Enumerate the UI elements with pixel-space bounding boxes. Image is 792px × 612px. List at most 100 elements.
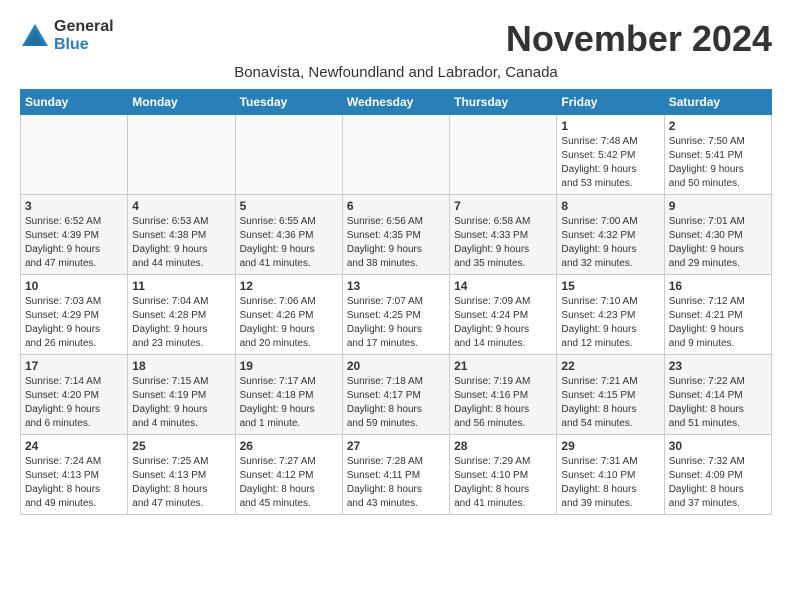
day-info: Sunrise: 7:25 AM Sunset: 4:13 PM Dayligh… — [132, 455, 230, 511]
calendar-cell: 17 Sunrise: 7:14 AM Sunset: 4:20 PM Dayli… — [21, 355, 128, 435]
calendar-cell: 11 Sunrise: 7:04 AM Sunset: 4:28 PM Dayli… — [128, 275, 235, 355]
logo-blue: Blue — [54, 36, 89, 53]
day-number: 21 — [454, 359, 552, 373]
day-header-sunday: Sunday — [21, 90, 128, 115]
day-number: 23 — [669, 359, 767, 373]
day-info: Sunrise: 7:12 AM Sunset: 4:21 PM Dayligh… — [669, 295, 767, 351]
logo: General Blue — [20, 18, 114, 54]
day-info: Sunrise: 7:22 AM Sunset: 4:14 PM Dayligh… — [669, 375, 767, 431]
calendar-cell: 9 Sunrise: 7:01 AM Sunset: 4:30 PM Daylig… — [664, 195, 771, 275]
day-number: 17 — [25, 359, 123, 373]
day-info: Sunrise: 7:01 AM Sunset: 4:30 PM Dayligh… — [669, 215, 767, 271]
calendar-week-row: 17 Sunrise: 7:14 AM Sunset: 4:20 PM Dayli… — [21, 355, 772, 435]
calendar-header-row: SundayMondayTuesdayWednesdayThursdayFrid… — [21, 90, 772, 115]
calendar-cell: 14 Sunrise: 7:09 AM Sunset: 4:24 PM Dayli… — [450, 275, 557, 355]
calendar-cell: 25 Sunrise: 7:25 AM Sunset: 4:13 PM Dayli… — [128, 435, 235, 515]
day-number: 10 — [25, 279, 123, 293]
calendar-cell: 21 Sunrise: 7:19 AM Sunset: 4:16 PM Dayli… — [450, 355, 557, 435]
day-header-saturday: Saturday — [664, 90, 771, 115]
day-number: 26 — [240, 439, 338, 453]
day-info: Sunrise: 7:50 AM Sunset: 5:41 PM Dayligh… — [669, 135, 767, 191]
calendar-cell — [21, 115, 128, 195]
day-info: Sunrise: 6:52 AM Sunset: 4:39 PM Dayligh… — [25, 215, 123, 271]
calendar-week-row: 10 Sunrise: 7:03 AM Sunset: 4:29 PM Dayli… — [21, 275, 772, 355]
day-header-thursday: Thursday — [450, 90, 557, 115]
calendar-cell: 8Sunrise: 7:00 AM Sunset: 4:32 PM Daylig… — [557, 195, 664, 275]
day-number: 27 — [347, 439, 445, 453]
day-number: 7 — [454, 199, 552, 213]
day-info: Sunrise: 7:09 AM Sunset: 4:24 PM Dayligh… — [454, 295, 552, 351]
day-number: 6 — [347, 199, 445, 213]
day-info: Sunrise: 6:55 AM Sunset: 4:36 PM Dayligh… — [240, 215, 338, 271]
day-info: Sunrise: 7:07 AM Sunset: 4:25 PM Dayligh… — [347, 295, 445, 351]
page-container: General Blue November 2024 Bonavista, Ne… — [0, 0, 792, 525]
day-number: 11 — [132, 279, 230, 293]
day-number: 2 — [669, 119, 767, 133]
calendar-week-row: 3 Sunrise: 6:52 AM Sunset: 4:39 PM Daylig… — [21, 195, 772, 275]
calendar-cell: 29 Sunrise: 7:31 AM Sunset: 4:10 PM Dayli… — [557, 435, 664, 515]
day-number: 1 — [561, 119, 659, 133]
day-number: 12 — [240, 279, 338, 293]
calendar-cell: 7Sunrise: 6:58 AM Sunset: 4:33 PM Daylig… — [450, 195, 557, 275]
day-number: 29 — [561, 439, 659, 453]
day-info: Sunrise: 7:48 AM Sunset: 5:42 PM Dayligh… — [561, 135, 659, 191]
day-info: Sunrise: 7:14 AM Sunset: 4:20 PM Dayligh… — [25, 375, 123, 431]
calendar-cell — [128, 115, 235, 195]
day-info: Sunrise: 7:21 AM Sunset: 4:15 PM Dayligh… — [561, 375, 659, 431]
calendar-cell: 3 Sunrise: 6:52 AM Sunset: 4:39 PM Daylig… — [21, 195, 128, 275]
day-info: Sunrise: 7:31 AM Sunset: 4:10 PM Dayligh… — [561, 455, 659, 511]
day-number: 25 — [132, 439, 230, 453]
day-number: 19 — [240, 359, 338, 373]
day-number: 16 — [669, 279, 767, 293]
day-info: Sunrise: 7:27 AM Sunset: 4:12 PM Dayligh… — [240, 455, 338, 511]
calendar-cell — [450, 115, 557, 195]
calendar-table: SundayMondayTuesdayWednesdayThursdayFrid… — [20, 89, 772, 515]
day-info: Sunrise: 7:29 AM Sunset: 4:10 PM Dayligh… — [454, 455, 552, 511]
day-info: Sunrise: 7:03 AM Sunset: 4:29 PM Dayligh… — [25, 295, 123, 351]
calendar-cell: 15Sunrise: 7:10 AM Sunset: 4:23 PM Dayli… — [557, 275, 664, 355]
day-header-friday: Friday — [557, 90, 664, 115]
day-info: Sunrise: 7:24 AM Sunset: 4:13 PM Dayligh… — [25, 455, 123, 511]
day-header-wednesday: Wednesday — [342, 90, 449, 115]
calendar-cell: 4Sunrise: 6:53 AM Sunset: 4:38 PM Daylig… — [128, 195, 235, 275]
day-info: Sunrise: 7:00 AM Sunset: 4:32 PM Dayligh… — [561, 215, 659, 271]
calendar-cell: 27 Sunrise: 7:28 AM Sunset: 4:11 PM Dayli… — [342, 435, 449, 515]
day-number: 14 — [454, 279, 552, 293]
logo-icon — [20, 22, 50, 50]
calendar-cell — [235, 115, 342, 195]
day-info: Sunrise: 7:18 AM Sunset: 4:17 PM Dayligh… — [347, 375, 445, 431]
calendar-cell: 10 Sunrise: 7:03 AM Sunset: 4:29 PM Dayli… — [21, 275, 128, 355]
day-info: Sunrise: 7:17 AM Sunset: 4:18 PM Dayligh… — [240, 375, 338, 431]
day-info: Sunrise: 6:53 AM Sunset: 4:38 PM Dayligh… — [132, 215, 230, 271]
calendar-cell: 28 Sunrise: 7:29 AM Sunset: 4:10 PM Dayli… — [450, 435, 557, 515]
calendar-cell: 23 Sunrise: 7:22 AM Sunset: 4:14 PM Dayli… — [664, 355, 771, 435]
day-info: Sunrise: 7:32 AM Sunset: 4:09 PM Dayligh… — [669, 455, 767, 511]
day-header-tuesday: Tuesday — [235, 90, 342, 115]
calendar-cell: 6 Sunrise: 6:56 AM Sunset: 4:35 PM Daylig… — [342, 195, 449, 275]
calendar-cell: 16 Sunrise: 7:12 AM Sunset: 4:21 PM Dayli… — [664, 275, 771, 355]
day-number: 3 — [25, 199, 123, 213]
calendar-cell: 24 Sunrise: 7:24 AM Sunset: 4:13 PM Dayli… — [21, 435, 128, 515]
day-info: Sunrise: 6:56 AM Sunset: 4:35 PM Dayligh… — [347, 215, 445, 271]
calendar-cell: 13Sunrise: 7:07 AM Sunset: 4:25 PM Dayli… — [342, 275, 449, 355]
day-info: Sunrise: 7:19 AM Sunset: 4:16 PM Dayligh… — [454, 375, 552, 431]
calendar-cell: 5 Sunrise: 6:55 AM Sunset: 4:36 PM Daylig… — [235, 195, 342, 275]
day-number: 28 — [454, 439, 552, 453]
day-info: Sunrise: 7:06 AM Sunset: 4:26 PM Dayligh… — [240, 295, 338, 351]
day-number: 18 — [132, 359, 230, 373]
day-info: Sunrise: 7:28 AM Sunset: 4:11 PM Dayligh… — [347, 455, 445, 511]
logo-text: General Blue — [54, 18, 114, 54]
day-info: Sunrise: 7:04 AM Sunset: 4:28 PM Dayligh… — [132, 295, 230, 351]
day-number: 5 — [240, 199, 338, 213]
day-number: 9 — [669, 199, 767, 213]
calendar-cell: 2 Sunrise: 7:50 AM Sunset: 5:41 PM Daylig… — [664, 115, 771, 195]
calendar-cell: 26 Sunrise: 7:27 AM Sunset: 4:12 PM Dayli… — [235, 435, 342, 515]
calendar-cell — [342, 115, 449, 195]
calendar-week-row: 1 Sunrise: 7:48 AM Sunset: 5:42 PM Daylig… — [21, 115, 772, 195]
day-info: Sunrise: 7:15 AM Sunset: 4:19 PM Dayligh… — [132, 375, 230, 431]
calendar-cell: 22Sunrise: 7:21 AM Sunset: 4:15 PM Dayli… — [557, 355, 664, 435]
day-number: 24 — [25, 439, 123, 453]
day-info: Sunrise: 7:10 AM Sunset: 4:23 PM Dayligh… — [561, 295, 659, 351]
day-number: 20 — [347, 359, 445, 373]
calendar-cell: 19 Sunrise: 7:17 AM Sunset: 4:18 PM Dayli… — [235, 355, 342, 435]
